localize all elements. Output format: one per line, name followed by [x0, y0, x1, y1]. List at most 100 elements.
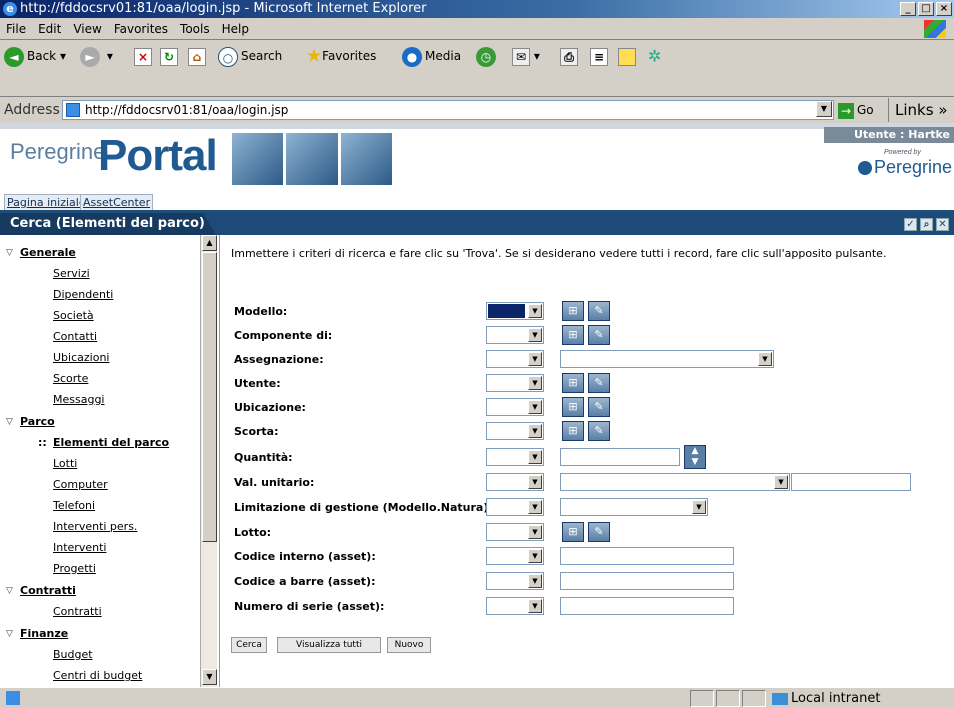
history-button[interactable]: ◷ [476, 43, 499, 69]
close-panel-icon[interactable]: ✕ [936, 218, 949, 231]
address-input[interactable]: http://fddocsrv01:81/oaa/login.jsp [62, 100, 834, 120]
edit-button[interactable]: ≡ [590, 43, 608, 69]
sidebar-item-contatti[interactable]: Contatti [53, 330, 97, 343]
sidebar-item-dipendenti[interactable]: Dipendenti [53, 288, 113, 301]
edit-record-icon[interactable]: ✎ [588, 522, 610, 542]
utente-operator-select[interactable]: ▼ [486, 374, 544, 392]
menu-view[interactable]: View [67, 18, 107, 40]
menu-help[interactable]: Help [216, 18, 255, 40]
tab-pagina-iniziale[interactable]: Pagina iniziale [4, 194, 89, 210]
edit-record-icon[interactable]: ✎ [588, 373, 610, 393]
limitazione-value-select[interactable]: ▼ [560, 498, 708, 516]
assegnazione-operator-select[interactable]: ▼ [486, 350, 544, 368]
quantity-stepper-icon[interactable]: ▲ ▼ [684, 445, 706, 469]
sidebar-item-scorte[interactable]: Scorte [53, 372, 88, 385]
limitazione-operator-select[interactable]: ▼ [486, 498, 544, 516]
assegnazione-value-select[interactable]: ▼ [560, 350, 774, 368]
sidebar-item-budget[interactable]: Budget [53, 648, 93, 661]
sidebar-item-messaggi[interactable]: Messaggi [53, 393, 104, 406]
modello-operator-select[interactable]: ▼ [486, 302, 544, 320]
sidebar-item-interventi-pers[interactable]: Interventi pers. [53, 520, 137, 533]
maximize-button[interactable]: □ [918, 2, 934, 16]
sidebar-item-contratti[interactable]: Contratti [53, 605, 102, 618]
expand-arrow-icon[interactable]: ▽ [6, 629, 13, 639]
codice-barre-input[interactable] [560, 572, 734, 590]
componente-operator-select[interactable]: ▼ [486, 326, 544, 344]
links-button[interactable]: Links » [888, 98, 948, 122]
menu-file[interactable]: File [0, 18, 32, 40]
visualizza-tutti-button[interactable]: Visualizza tutti [277, 637, 381, 653]
val-unitario-operator-select[interactable]: ▼ [486, 473, 544, 491]
lookup-icon[interactable]: ⊞ [562, 421, 584, 441]
messenger-button[interactable]: ✲ [648, 43, 661, 69]
scorta-operator-select[interactable]: ▼ [486, 422, 544, 440]
val-unitario-input[interactable] [791, 473, 911, 491]
address-dropdown[interactable]: ▼ [816, 101, 832, 117]
quantita-input[interactable] [560, 448, 680, 466]
ubicazione-operator-select[interactable]: ▼ [486, 398, 544, 416]
lookup-icon[interactable]: ⊞ [562, 522, 584, 542]
scroll-up-icon[interactable]: ▲ [202, 235, 217, 251]
sidebar-item-interventi[interactable]: Interventi [53, 541, 106, 554]
print-button[interactable]: ⎙ [560, 43, 578, 69]
numero-serie-input[interactable] [560, 597, 734, 615]
tab-assetcenter[interactable]: AssetCenter [80, 194, 154, 210]
codice-interno-operator-select[interactable]: ▼ [486, 547, 544, 565]
sidebar-cat-contratti[interactable]: Contratti [20, 584, 76, 597]
sidebar-item-computer[interactable]: Computer [53, 478, 108, 491]
mail-button[interactable]: ✉ ▾ [512, 43, 540, 69]
expand-arrow-icon[interactable]: ▽ [6, 586, 13, 596]
field-row-modello: Modello: ▼ ⊞ ✎ [234, 301, 954, 322]
favorites-button[interactable]: ★Favorites [306, 43, 376, 69]
sidebar-item-lotti[interactable]: Lotti [53, 457, 77, 470]
stop-button[interactable]: × [134, 43, 152, 69]
sidebar-item-telefoni[interactable]: Telefoni [53, 499, 95, 512]
scroll-down-icon[interactable]: ▼ [202, 669, 217, 685]
search-button[interactable]: ○ Search [218, 43, 282, 69]
lotto-operator-select[interactable]: ▼ [486, 523, 544, 541]
menu-tools[interactable]: Tools [174, 18, 216, 40]
scroll-thumb[interactable] [202, 252, 217, 542]
lookup-icon[interactable]: ⊞ [562, 373, 584, 393]
sidebar-item-ubicazioni[interactable]: Ubicazioni [53, 351, 109, 364]
val-unitario-currency-select[interactable]: ▼ [560, 473, 790, 491]
home-button[interactable]: ⌂ [188, 43, 206, 69]
minimize-panel-icon[interactable]: ✓ [904, 218, 917, 231]
sidebar-item-elementi-del-parco[interactable]: Elementi del parco [53, 436, 169, 449]
sidebar-item-societa[interactable]: Società [53, 309, 94, 322]
codice-interno-input[interactable] [560, 547, 734, 565]
edit-record-icon[interactable]: ✎ [588, 325, 610, 345]
sidebar-cat-parco[interactable]: Parco [20, 415, 55, 428]
edit-record-icon[interactable]: ✎ [588, 301, 610, 321]
cerca-button[interactable]: Cerca [231, 637, 267, 653]
close-button[interactable]: × [936, 2, 952, 16]
numero-serie-operator-select[interactable]: ▼ [486, 597, 544, 615]
sidebar-item-servizi[interactable]: Servizi [53, 267, 90, 280]
forward-button[interactable]: ► ▾ [80, 43, 113, 69]
expand-arrow-icon[interactable]: ▽ [6, 417, 13, 427]
back-button[interactable]: ◄ Back ▾ [4, 43, 66, 69]
sidebar-cat-finanze[interactable]: Finanze [20, 627, 68, 640]
search-panel-icon[interactable]: ⌕ [920, 218, 933, 231]
menu-edit[interactable]: Edit [32, 18, 67, 40]
minimize-button[interactable]: _ [900, 2, 916, 16]
lookup-icon[interactable]: ⊞ [562, 325, 584, 345]
media-button[interactable]: ● Media [402, 43, 461, 69]
nuovo-button[interactable]: Nuovo [387, 637, 431, 653]
sidebar-item-centri-di-budget[interactable]: Centri di budget [53, 669, 142, 682]
quantita-operator-select[interactable]: ▼ [486, 448, 544, 466]
menu-favorites[interactable]: Favorites [108, 18, 174, 40]
edit-icon: ≡ [590, 47, 608, 66]
codice-barre-operator-select[interactable]: ▼ [486, 572, 544, 590]
lookup-icon[interactable]: ⊞ [562, 301, 584, 321]
edit-record-icon[interactable]: ✎ [588, 421, 610, 441]
discuss-button[interactable] [618, 43, 636, 69]
sidebar-item-progetti[interactable]: Progetti [53, 562, 96, 575]
go-button[interactable]: → Go [838, 100, 874, 120]
sidebar-scrollbar[interactable]: ▲ ▼ [200, 235, 217, 687]
refresh-button[interactable]: ↻ [160, 43, 178, 69]
sidebar-cat-generale[interactable]: Generale [20, 246, 76, 259]
lookup-icon[interactable]: ⊞ [562, 397, 584, 417]
expand-arrow-icon[interactable]: ▽ [6, 248, 13, 258]
edit-record-icon[interactable]: ✎ [588, 397, 610, 417]
